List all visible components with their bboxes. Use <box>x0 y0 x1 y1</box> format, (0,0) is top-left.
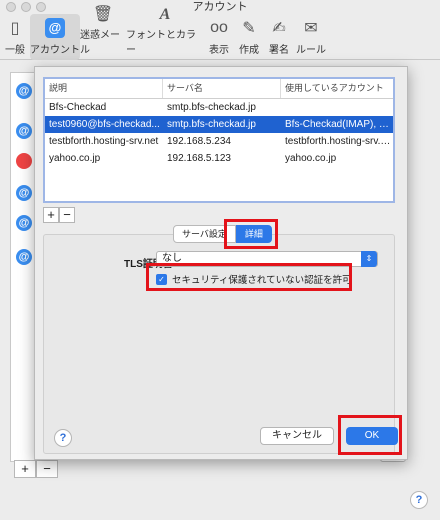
pencil-icon: ✎ <box>242 20 256 37</box>
account-icon[interactable] <box>16 153 32 169</box>
close-window-button[interactable] <box>6 2 16 12</box>
toolbar-general[interactable]: ▯ 一般 <box>0 14 30 60</box>
account-icon[interactable]: @ <box>16 215 32 231</box>
table-header: 説明 サーバ名 使用しているアカウント <box>45 79 393 99</box>
background-help-button[interactable]: ? <box>410 491 428 509</box>
highlight-box-ok <box>338 415 402 455</box>
cancel-button[interactable]: キャンセル <box>260 427 334 445</box>
toolbar-signatures[interactable]: ✍ 署名 <box>264 14 294 60</box>
table-row[interactable]: Bfs-Checkad smtp.bfs-checkad.jp <box>45 99 393 116</box>
details-panel: TLS証明書: なし ⇕ ✓ セキュリティ保護されていない認証を許可 ? キャン… <box>43 234 402 455</box>
table-row[interactable]: yahoo.co.jp 192.168.5.123 yahoo.co.jp <box>45 150 393 167</box>
highlight-box-checkbox <box>146 263 352 291</box>
toolbar-accounts[interactable]: @ アカウント <box>30 14 80 60</box>
toolbar-composing[interactable]: ✎ 作成 <box>234 14 264 60</box>
account-icon[interactable]: @ <box>16 83 32 99</box>
chevron-updown-icon: ⇕ <box>361 251 377 267</box>
minimize-window-button[interactable] <box>21 2 31 12</box>
window-title: アカウント <box>192 1 248 13</box>
preferences-toolbar: ▯ 一般 @ アカウント 🗑 迷惑メール A フォントとカラー oo 表示 ✎ … <box>0 6 440 60</box>
font-icon: A <box>159 6 171 23</box>
table-row-selected[interactable]: test0960@bfs-checkad... smtp.bfs-checkad… <box>45 116 393 133</box>
add-server-button[interactable]: + <box>43 207 59 223</box>
remove-server-button[interactable]: − <box>59 207 75 223</box>
column-description[interactable]: 説明 <box>45 79 163 98</box>
account-icon[interactable]: @ <box>16 249 32 265</box>
signature-icon: ✍ <box>272 20 286 37</box>
account-icon[interactable]: @ <box>16 123 32 139</box>
background-add-remove: + − <box>14 460 58 478</box>
help-button[interactable]: ? <box>54 429 72 447</box>
window-titlebar: アカウント <box>0 0 440 14</box>
column-used-by[interactable]: 使用しているアカウント <box>281 79 393 98</box>
glasses-icon: oo <box>210 19 228 36</box>
highlight-box-details-tab <box>224 219 278 249</box>
smtp-accounts-table: 説明 サーバ名 使用しているアカウント Bfs-Checkad smtp.bfs… <box>43 77 395 203</box>
window-controls <box>6 2 46 12</box>
table-row[interactable]: testbforth.hosting-srv.net 192.168.5.234… <box>45 133 393 150</box>
add-remove-buttons: + − <box>43 207 75 223</box>
zoom-window-button[interactable] <box>36 2 46 12</box>
switch-icon: ▯ <box>10 20 20 37</box>
toolbar-rules[interactable]: ✉ ルール <box>294 14 328 60</box>
toolbar-viewing[interactable]: oo 表示 <box>204 14 234 60</box>
background-add-button[interactable]: + <box>14 460 36 478</box>
trash-icon: 🗑 <box>92 6 114 23</box>
envelope-icon: ✉ <box>304 20 318 37</box>
at-icon: @ <box>44 17 66 39</box>
background-remove-button[interactable]: − <box>36 460 58 478</box>
toolbar-fonts-colors[interactable]: A フォントとカラー <box>126 6 204 60</box>
column-server-name[interactable]: サーバ名 <box>163 79 281 98</box>
toolbar-junk-mail[interactable]: 🗑 迷惑メール <box>80 6 126 60</box>
account-icon[interactable]: @ <box>16 185 32 201</box>
smtp-server-sheet: 説明 サーバ名 使用しているアカウント Bfs-Checkad smtp.bfs… <box>34 66 408 460</box>
